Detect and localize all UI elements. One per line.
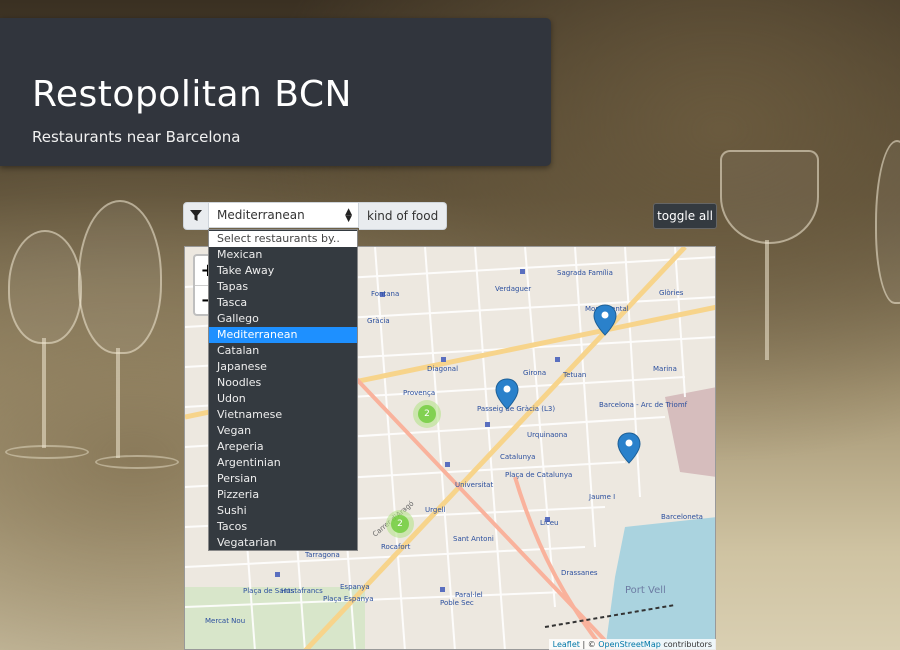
map-label: Universitat: [455, 481, 493, 489]
glass-foot-decoration: [5, 445, 89, 459]
map-label: Catalunya: [500, 453, 535, 461]
toggle-all-button[interactable]: toggle all: [653, 203, 717, 229]
map-label: Barceloneta: [661, 513, 703, 521]
dropdown-option-persian[interactable]: Persian: [209, 471, 357, 487]
attribution-separator: | ©: [579, 640, 599, 649]
map-label: Barcelona - Arc de Triomf: [599, 401, 688, 409]
dropdown-option-mexican[interactable]: Mexican: [209, 247, 357, 263]
dropdown-option-mediterranean[interactable]: Mediterranean: [209, 327, 357, 343]
select-caret-icon: ▲ ▼: [345, 207, 352, 224]
food-type-dropdown: Select restaurants by.. Mexican Take Awa…: [208, 229, 358, 551]
dropdown-option-areperia[interactable]: Areperia: [209, 439, 357, 455]
wine-glass-decoration: [720, 150, 819, 244]
food-filter-group: Mediterranean ▲ ▼ kind of food: [183, 202, 448, 230]
page-title: Restopolitan BCN: [32, 74, 352, 115]
map-label: Plaça de Catalunya: [505, 471, 572, 479]
dropdown-option-tacos[interactable]: Tacos: [209, 519, 357, 535]
map-label: Fontana: [371, 290, 399, 298]
osm-link[interactable]: OpenStreetMap: [598, 640, 661, 649]
cluster-count: 2: [391, 515, 409, 533]
map-label: Urquinaona: [527, 431, 567, 439]
map-label: Sagrada Família: [557, 269, 613, 277]
map-label: Mercat Nou: [205, 617, 245, 625]
dropdown-option-tasca[interactable]: Tasca: [209, 295, 357, 311]
map-label: Hostafrancs: [281, 587, 323, 595]
map-label: Urgell: [425, 506, 446, 514]
leaflet-link[interactable]: Leaflet: [553, 640, 580, 649]
glass-stem-decoration: [765, 240, 769, 360]
marker-cluster[interactable]: 2: [413, 400, 441, 428]
map-label: Espanya: [340, 583, 370, 591]
dropdown-option-tapas[interactable]: Tapas: [209, 279, 357, 295]
map-label: Marina: [653, 365, 677, 373]
dropdown-option-argentinian[interactable]: Argentinian: [209, 455, 357, 471]
dropdown-option-vegan[interactable]: Vegan: [209, 423, 357, 439]
app-header: Restopolitan BCN Restaurants near Barcel…: [0, 18, 551, 166]
map-label: Verdaguer: [495, 285, 531, 293]
filter-icon: [183, 202, 209, 230]
map-attribution: Leaflet | © OpenStreetMap contributors: [548, 639, 716, 650]
map-label: Provença: [403, 389, 435, 397]
map-label: Gràcia: [367, 317, 390, 325]
page-subtitle: Restaurants near Barcelona: [32, 128, 241, 146]
wine-glass-decoration: [8, 230, 82, 344]
map-label: Jaume I: [588, 493, 615, 501]
wine-glass-decoration: [875, 140, 900, 304]
map-label: Drassanes: [561, 569, 598, 577]
map-label: Passeig de Gràcia (L3): [477, 405, 555, 413]
dropdown-option-gallego[interactable]: Gallego: [209, 311, 357, 327]
map-label: Rocafort: [381, 543, 411, 551]
map-label: Poble Sec: [440, 599, 474, 607]
map-label: Tarragona: [304, 551, 340, 559]
map-label: Diagonal: [427, 365, 458, 373]
dropdown-option-japanese[interactable]: Japanese: [209, 359, 357, 375]
dropdown-option-udon[interactable]: Udon: [209, 391, 357, 407]
dropdown-option-catalan[interactable]: Catalan: [209, 343, 357, 359]
dropdown-placeholder-option[interactable]: Select restaurants by..: [209, 231, 357, 247]
cluster-count: 2: [418, 405, 436, 423]
marker-cluster[interactable]: 2: [386, 510, 414, 538]
map-label: Glòries: [659, 289, 684, 297]
map-label: Sant Antoni: [453, 535, 494, 543]
dropdown-option-pizzeria[interactable]: Pizzeria: [209, 487, 357, 503]
dropdown-option-sushi[interactable]: Sushi: [209, 503, 357, 519]
map-label: Tetuan: [562, 371, 586, 379]
map-label: Port Vell: [625, 585, 666, 596]
kind-of-food-label: kind of food: [359, 202, 448, 230]
food-type-select-value: Mediterranean: [217, 208, 305, 222]
map-label: Girona: [523, 369, 546, 377]
map-label: Paral·lel: [455, 591, 483, 599]
glass-foot-decoration: [95, 455, 179, 469]
glass-stem-decoration: [116, 348, 120, 458]
dropdown-option-vegatarian[interactable]: Vegatarian: [209, 535, 357, 551]
dropdown-option-noodles[interactable]: Noodles: [209, 375, 357, 391]
food-type-select[interactable]: Mediterranean ▲ ▼: [209, 202, 359, 228]
dropdown-option-take-away[interactable]: Take Away: [209, 263, 357, 279]
attribution-tail: contributors: [660, 640, 712, 649]
map-label: Liceu: [540, 519, 558, 527]
wine-glass-decoration: [78, 200, 162, 354]
glass-stem-decoration: [42, 338, 46, 448]
dropdown-option-vietnamese[interactable]: Vietnamese: [209, 407, 357, 423]
map-label: Plaça Espanya: [323, 595, 374, 603]
